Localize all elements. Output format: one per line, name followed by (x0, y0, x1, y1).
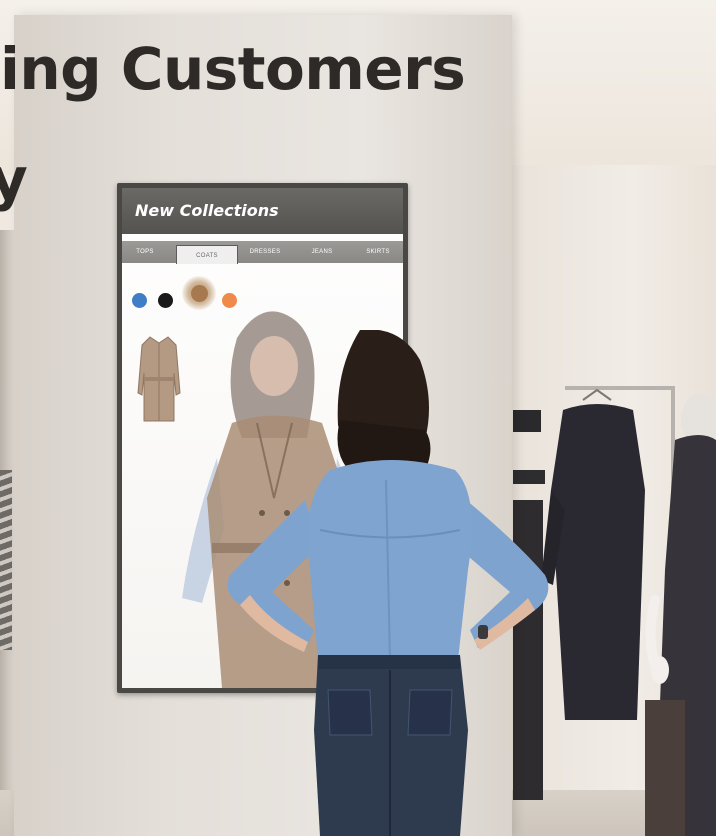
tab-dresses[interactable]: DRESSES (242, 241, 288, 263)
category-tabs: TOPS COATS DRESSES JEANS SKIRTS (122, 241, 403, 264)
headline-line-2: y (0, 145, 28, 213)
tab-coats[interactable]: COATS (176, 245, 238, 264)
tab-jeans[interactable]: JEANS (302, 241, 342, 263)
left-clothing (0, 470, 12, 650)
watch (478, 625, 488, 639)
shopper-woman (227, 330, 549, 836)
tab-skirts[interactable]: SKIRTS (358, 241, 398, 263)
store-scene: ing Customers y New Collections TOPS COA… (0, 0, 716, 836)
display-header: New Collections (122, 188, 403, 234)
tab-tops[interactable]: TOPS (130, 241, 160, 263)
headline-line-1: ing Customers (0, 35, 466, 103)
swatch-blue[interactable] (132, 293, 147, 308)
display-title: New Collections (135, 201, 279, 220)
hanger (582, 388, 612, 401)
